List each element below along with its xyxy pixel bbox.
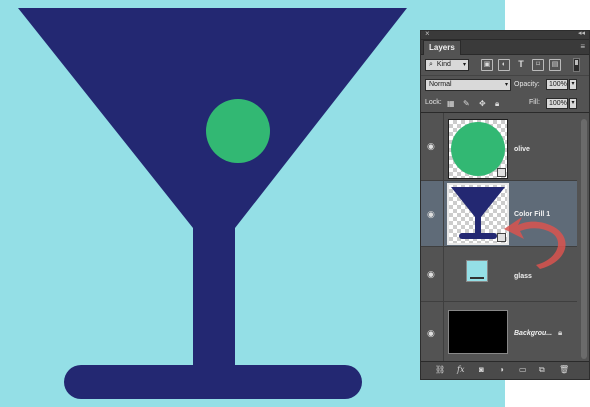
shape-filter-icon[interactable]: ⌑ xyxy=(532,59,544,71)
lock-image-icon[interactable]: ✎ xyxy=(463,99,470,108)
visibility-eye-icon[interactable]: ◉ xyxy=(427,209,435,220)
scrollbar-thumb[interactable] xyxy=(581,119,587,359)
layer-thumbnail xyxy=(466,260,488,282)
panel-tabbar: Layers ≡ xyxy=(421,40,589,55)
fill-field[interactable]: 100% xyxy=(546,98,568,109)
visibility-eye-icon[interactable]: ◉ xyxy=(427,328,435,339)
lock-all-icon[interactable]: 🔒︎ xyxy=(495,99,499,109)
layers-scrollbar[interactable] xyxy=(581,119,587,359)
fill-dropdown-icon[interactable]: ▾ xyxy=(569,98,577,109)
blend-chevron-icon: ▾ xyxy=(504,82,508,88)
filter-kind-label: Kind xyxy=(436,61,451,68)
lock-transparent-icon[interactable]: ▦ xyxy=(447,99,455,108)
panel-menu-icon[interactable]: ≡ xyxy=(580,42,585,51)
layer-olive[interactable]: ◉ olive xyxy=(421,113,577,181)
lock-row: Lock: ▦ ✎ ✥ 🔒︎ Fill: 100% ▾ xyxy=(421,95,589,113)
filter-toggle[interactable] xyxy=(573,58,580,72)
layer-background[interactable]: ◉ Backgrou... 🔒︎ xyxy=(421,302,577,362)
smart-object-badge-icon xyxy=(497,168,506,177)
new-layer-icon[interactable]: ⧉ xyxy=(539,365,545,375)
layer-divider xyxy=(443,181,444,246)
layer-divider xyxy=(443,302,444,361)
filter-kind-select[interactable]: ⌕ Kind ▾ xyxy=(425,59,469,71)
opacity-label: Opacity: xyxy=(514,81,540,88)
layer-divider xyxy=(443,247,444,301)
glass-base xyxy=(64,365,362,399)
layer-thumbnail xyxy=(448,310,508,354)
fx-icon[interactable]: fx xyxy=(457,365,464,374)
type-filter-icon[interactable]: T xyxy=(515,59,527,71)
new-group-icon[interactable]: ▭ xyxy=(519,365,527,374)
opacity-field[interactable]: 100% xyxy=(546,79,568,90)
fill-swatch-line xyxy=(470,277,484,279)
layer-name: olive xyxy=(514,146,530,153)
fill-label: Fill: xyxy=(529,99,540,106)
image-filter-icon[interactable]: ▣ xyxy=(481,59,493,71)
blend-mode-select[interactable]: Normal ▾ xyxy=(425,79,511,91)
delete-layer-icon[interactable]: 🗑︎ xyxy=(559,365,569,374)
visibility-eye-icon[interactable]: ◉ xyxy=(427,141,435,152)
collapse-icon[interactable]: ◂◂ xyxy=(578,29,585,37)
panel-bottom-bar: ⛓︎ fx ◙ ◑ ▭ ⧉ 🗑︎ xyxy=(421,361,589,379)
layer-divider xyxy=(443,113,444,180)
layer-lock-icon: 🔒︎ xyxy=(558,328,563,337)
adjustment-layer-icon[interactable]: ◑ xyxy=(499,365,504,374)
lock-position-icon[interactable]: ✥ xyxy=(479,99,486,108)
olive xyxy=(206,99,270,163)
search-icon: ⌕ xyxy=(429,61,433,68)
annotation-arrow xyxy=(504,217,566,269)
smart-object-filter-icon[interactable]: ▤ xyxy=(549,59,561,71)
add-mask-icon[interactable]: ◙ xyxy=(479,365,484,374)
blend-row: Normal ▾ Opacity: 100% ▾ xyxy=(421,76,589,94)
chevron-down-icon: ▾ xyxy=(462,62,466,68)
glass-stem xyxy=(193,226,235,376)
close-icon[interactable]: × xyxy=(425,29,430,38)
link-layers-icon[interactable]: ⛓︎ xyxy=(435,365,445,374)
filter-row: ⌕ Kind ▾ ▣ ◐ T ⌑ ▤ xyxy=(421,55,589,76)
visibility-eye-icon[interactable]: ◉ xyxy=(427,269,435,280)
layer-thumbnail xyxy=(448,119,508,179)
tab-layers[interactable]: Layers xyxy=(423,40,461,55)
layer-name: Backgrou... xyxy=(514,330,553,337)
panel-titlebar: × ◂◂ xyxy=(421,29,589,40)
lock-label: Lock: xyxy=(425,99,442,106)
blend-mode-value: Normal xyxy=(429,81,452,88)
opacity-dropdown-icon[interactable]: ▾ xyxy=(569,79,577,90)
adjustment-filter-icon[interactable]: ◐ xyxy=(498,59,510,71)
